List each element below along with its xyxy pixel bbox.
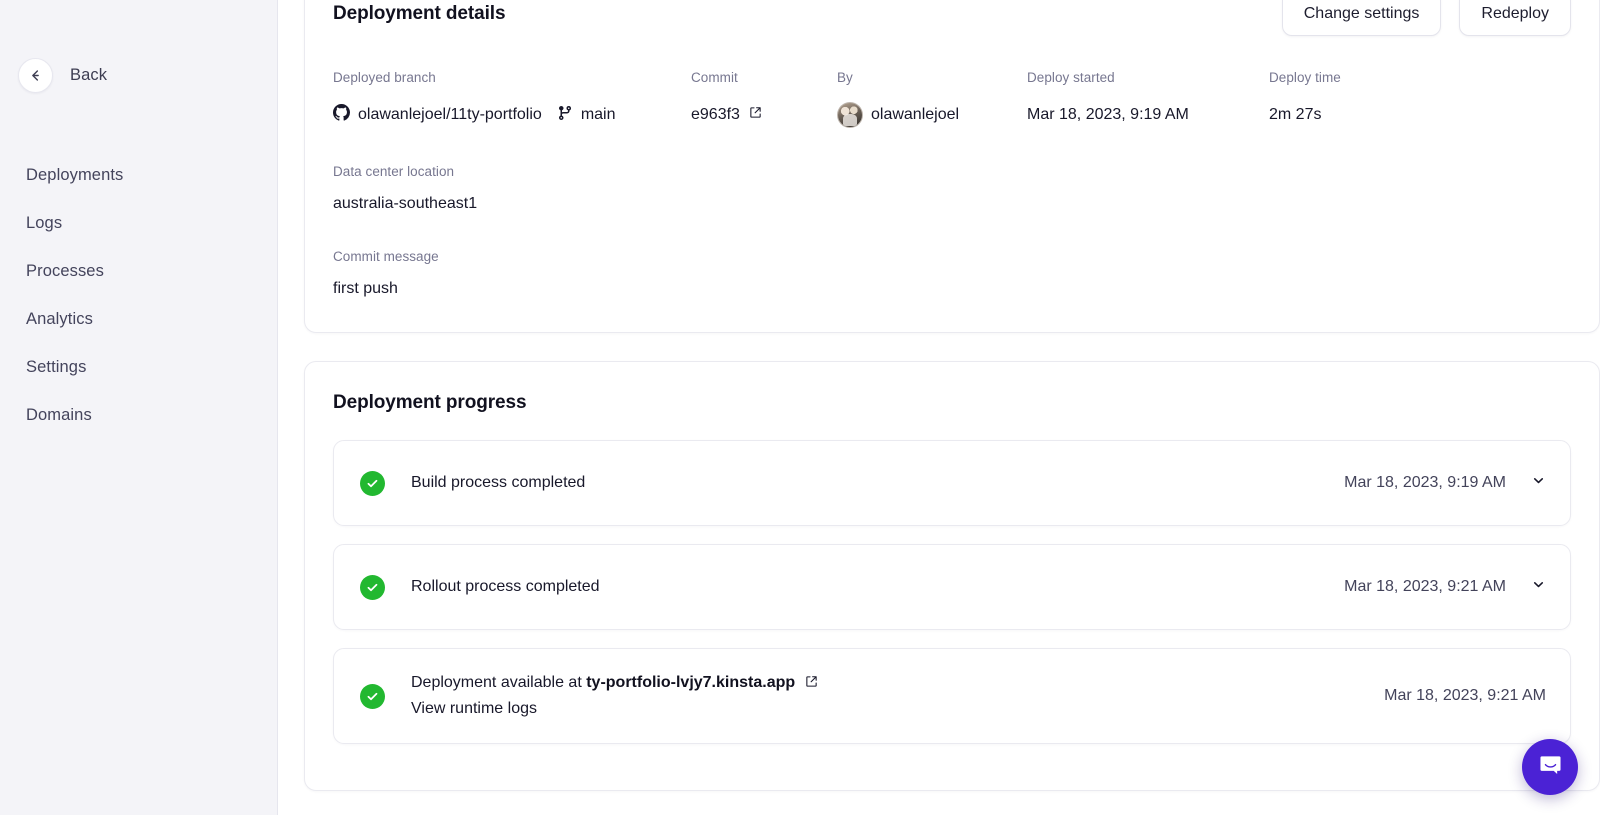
view-runtime-logs-link[interactable]: View runtime logs: [411, 697, 818, 722]
redeploy-button[interactable]: Redeploy: [1459, 0, 1571, 36]
change-settings-button[interactable]: Change settings: [1282, 0, 1442, 36]
progress-row-right: Mar 18, 2023, 9:21 AM: [1384, 687, 1546, 705]
chevron-down-icon[interactable]: [1531, 577, 1546, 597]
progress-row-available[interactable]: Deployment available at ty-portfolio-lvj…: [333, 648, 1571, 744]
progress-row-timestamp: Mar 18, 2023, 9:21 AM: [1384, 687, 1546, 705]
app-root: Back Deployments Logs Processes Analytic…: [0, 0, 1600, 815]
commit-message-value: first push: [333, 280, 1571, 298]
deployment-details-card: Deployment details Change settings Redep…: [304, 0, 1600, 333]
header-actions: Change settings Redeploy: [1282, 0, 1571, 36]
scroll-area[interactable]: Deployment details Change settings Redep…: [278, 0, 1600, 815]
deploy-time-value: 2m 27s: [1269, 102, 1571, 128]
progress-row-timestamp: Mar 18, 2023, 9:19 AM: [1344, 474, 1506, 492]
deployed-branch-value: olawanlejoel/11ty-portfolio main: [333, 102, 691, 128]
sidebar-item-analytics[interactable]: Analytics: [0, 295, 277, 343]
chat-bubble-icon: [1537, 751, 1564, 783]
progress-row-rollout[interactable]: Rollout process completed Mar 18, 2023, …: [333, 544, 1571, 630]
progress-row-left: Deployment available at ty-portfolio-lvj…: [360, 671, 818, 722]
progress-row-left: Rollout process completed: [360, 575, 600, 600]
check-circle-icon: [360, 684, 385, 709]
sidebar-item-label: Settings: [26, 358, 86, 377]
progress-row-label: Rollout process completed: [411, 575, 600, 600]
sidebar-item-settings[interactable]: Settings: [0, 343, 277, 391]
sidebar-item-label: Processes: [26, 262, 104, 281]
deployment-progress-card: Deployment progress Build process comple…: [304, 361, 1600, 791]
author-name: olawanlejoel: [871, 106, 959, 124]
main-content: Deployment details Change settings Redep…: [278, 0, 1600, 815]
commit-message-label: Commit message: [333, 249, 1571, 264]
sidebar-item-label: Domains: [26, 406, 92, 425]
deployed-branch-label: Deployed branch: [333, 70, 691, 85]
deploy-started-label: Deploy started: [1027, 70, 1269, 85]
avatar: [837, 102, 863, 128]
external-link-icon: [749, 106, 762, 124]
progress-row-right: Mar 18, 2023, 9:19 AM: [1344, 473, 1546, 493]
by-label: By: [837, 70, 1027, 85]
check-circle-icon: [360, 471, 385, 496]
sidebar-item-processes[interactable]: Processes: [0, 247, 277, 295]
page-title: Deployment details: [333, 3, 505, 25]
data-center-label: Data center location: [333, 164, 1571, 179]
deployment-url-link[interactable]: ty-portfolio-lvjy7.kinsta.app: [586, 674, 795, 691]
progress-row-timestamp: Mar 18, 2023, 9:21 AM: [1344, 578, 1506, 596]
git-branch-icon: [557, 105, 573, 126]
github-icon: [333, 104, 350, 126]
commit-hash: e963f3: [691, 106, 740, 124]
sidebar-item-label: Analytics: [26, 310, 93, 329]
progress-title: Deployment progress: [333, 392, 1571, 414]
arrow-left-icon: [18, 58, 53, 93]
deployment-details-header: Deployment details Change settings Redep…: [333, 0, 1571, 36]
progress-row-label: Build process completed: [411, 471, 585, 496]
back-label: Back: [70, 66, 107, 85]
progress-row-build[interactable]: Build process completed Mar 18, 2023, 9:…: [333, 440, 1571, 526]
sidebar: Back Deployments Logs Processes Analytic…: [0, 0, 278, 815]
intercom-launcher-button[interactable]: [1522, 739, 1578, 795]
data-center-value: australia-southeast1: [333, 195, 1571, 213]
external-link-icon[interactable]: [805, 672, 818, 697]
available-prefix: Deployment available at: [411, 674, 586, 691]
progress-row-left: Build process completed: [360, 471, 585, 496]
sidebar-nav: Deployments Logs Processes Analytics Set…: [0, 151, 277, 439]
data-center-block: Data center location australia-southeast…: [333, 164, 1571, 213]
sidebar-item-label: Deployments: [26, 166, 123, 185]
progress-row-right: Mar 18, 2023, 9:21 AM: [1344, 577, 1546, 597]
check-circle-icon: [360, 575, 385, 600]
by-value: olawanlejoel: [837, 102, 1027, 128]
commit-value[interactable]: e963f3: [691, 102, 837, 128]
branch-name: main: [581, 106, 616, 124]
repo-name: olawanlejoel/11ty-portfolio: [358, 106, 542, 124]
commit-message-block: Commit message first push: [333, 249, 1571, 298]
sidebar-item-logs[interactable]: Logs: [0, 199, 277, 247]
sidebar-item-domains[interactable]: Domains: [0, 391, 277, 439]
deploy-started-value: Mar 18, 2023, 9:19 AM: [1027, 102, 1269, 128]
sidebar-item-deployments[interactable]: Deployments: [0, 151, 277, 199]
progress-row-available-text: Deployment available at ty-portfolio-lvj…: [411, 671, 818, 722]
back-button[interactable]: Back: [0, 58, 277, 93]
deployment-meta-grid: Deployed branch Commit By Deploy started…: [333, 70, 1571, 128]
sidebar-item-label: Logs: [26, 214, 62, 233]
chevron-down-icon[interactable]: [1531, 473, 1546, 493]
deploy-time-label: Deploy time: [1269, 70, 1571, 85]
commit-label: Commit: [691, 70, 837, 85]
